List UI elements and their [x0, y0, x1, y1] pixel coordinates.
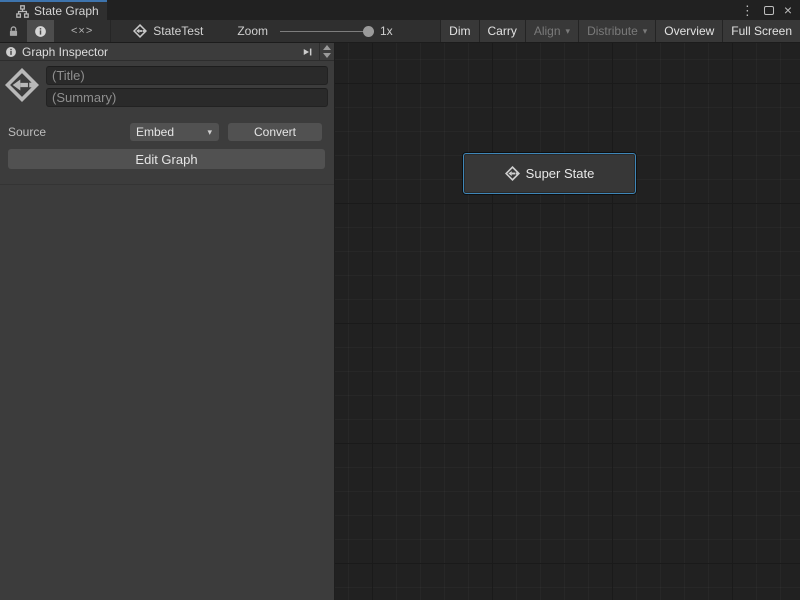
chevron-down-icon: ▾ — [643, 27, 648, 36]
state-graph-window: State Graph ⋮ × < — [0, 0, 800, 600]
inspector-title: Graph Inspector — [22, 45, 108, 59]
main-area: Graph Inspector — [0, 43, 800, 600]
scroll-down-button[interactable] — [320, 52, 334, 61]
info-icon — [34, 25, 47, 38]
toolbar-right-group: Dim Carry Align ▾ Distribute ▾ Overview … — [440, 20, 800, 42]
super-state-node[interactable]: Super State — [463, 153, 636, 194]
code-icon: <×> — [61, 25, 103, 37]
chevron-down-icon: ▾ — [207, 128, 212, 137]
dim-label: Dim — [449, 24, 470, 38]
play-to-bar-icon — [301, 46, 314, 58]
state-machine-icon — [505, 166, 520, 181]
graph-toolbar: <×> StateTest Zoom 1x Dim Carry — [0, 20, 800, 43]
zoom-slider[interactable] — [280, 31, 372, 32]
source-dropdown[interactable]: Embed ▾ — [130, 123, 219, 141]
tab-label: State Graph — [34, 4, 99, 18]
zoom-slider-knob[interactable] — [363, 26, 374, 37]
triangle-down-icon — [323, 53, 331, 58]
convert-button[interactable]: Convert — [228, 123, 322, 141]
source-row: Source Embed ▾ Convert — [0, 123, 334, 141]
carry-button[interactable]: Carry — [479, 20, 525, 42]
state-machine-icon — [133, 24, 147, 38]
graph-hierarchy-icon — [16, 5, 29, 18]
code-view-button[interactable]: <×> — [54, 20, 110, 42]
summary-field[interactable] — [46, 88, 328, 107]
triangle-up-icon — [323, 45, 331, 50]
window-maximize-icon[interactable] — [764, 6, 774, 15]
fullscreen-label: Full Screen — [731, 24, 792, 38]
scroll-up-button[interactable] — [320, 43, 334, 52]
graph-inspector-panel: Graph Inspector — [0, 43, 335, 600]
fullscreen-button[interactable]: Full Screen — [722, 20, 800, 42]
tab-bar: State Graph ⋮ × — [0, 0, 800, 20]
window-close-icon[interactable]: × — [784, 3, 792, 17]
title-field[interactable] — [46, 66, 328, 85]
edit-graph-button[interactable]: Edit Graph — [8, 149, 325, 169]
graph-meta-section — [0, 61, 334, 107]
window-menu-icon[interactable]: ⋮ — [741, 4, 754, 17]
state-machine-icon — [5, 68, 39, 102]
zoom-label: Zoom — [237, 24, 268, 38]
carry-label: Carry — [488, 24, 517, 38]
chevron-down-icon: ▾ — [566, 27, 571, 36]
tab-state-graph[interactable]: State Graph — [0, 0, 107, 20]
panel-dock-button[interactable] — [296, 43, 319, 60]
inspector-empty-body — [0, 185, 334, 600]
panel-scroll-spinner — [319, 43, 334, 60]
zoom-value: 1x — [380, 24, 393, 38]
dim-button[interactable]: Dim — [440, 20, 478, 42]
inspector-header-controls — [296, 43, 334, 60]
info-icon — [5, 46, 17, 58]
inspector-toggle-button[interactable] — [27, 20, 54, 42]
distribute-label: Distribute — [587, 24, 638, 38]
window-controls: ⋮ × — [741, 0, 800, 20]
toolbar-left-group: <×> — [0, 20, 111, 42]
graph-meta-fields — [46, 66, 328, 107]
overview-label: Overview — [664, 24, 714, 38]
source-dropdown-value: Embed — [136, 125, 207, 139]
graph-name: StateTest — [153, 24, 203, 38]
source-label: Source — [8, 125, 130, 139]
inspector-header: Graph Inspector — [0, 43, 334, 61]
align-label: Align — [534, 24, 561, 38]
align-dropdown-button[interactable]: Align ▾ — [525, 20, 578, 42]
lock-icon — [7, 25, 20, 38]
graph-breadcrumb[interactable]: StateTest — [133, 20, 203, 42]
distribute-dropdown-button[interactable]: Distribute ▾ — [578, 20, 655, 42]
zoom-control: Zoom 1x — [237, 20, 392, 42]
graph-canvas[interactable]: Super State — [335, 43, 800, 600]
node-label: Super State — [526, 166, 595, 181]
overview-button[interactable]: Overview — [655, 20, 722, 42]
lock-button[interactable] — [0, 20, 27, 42]
